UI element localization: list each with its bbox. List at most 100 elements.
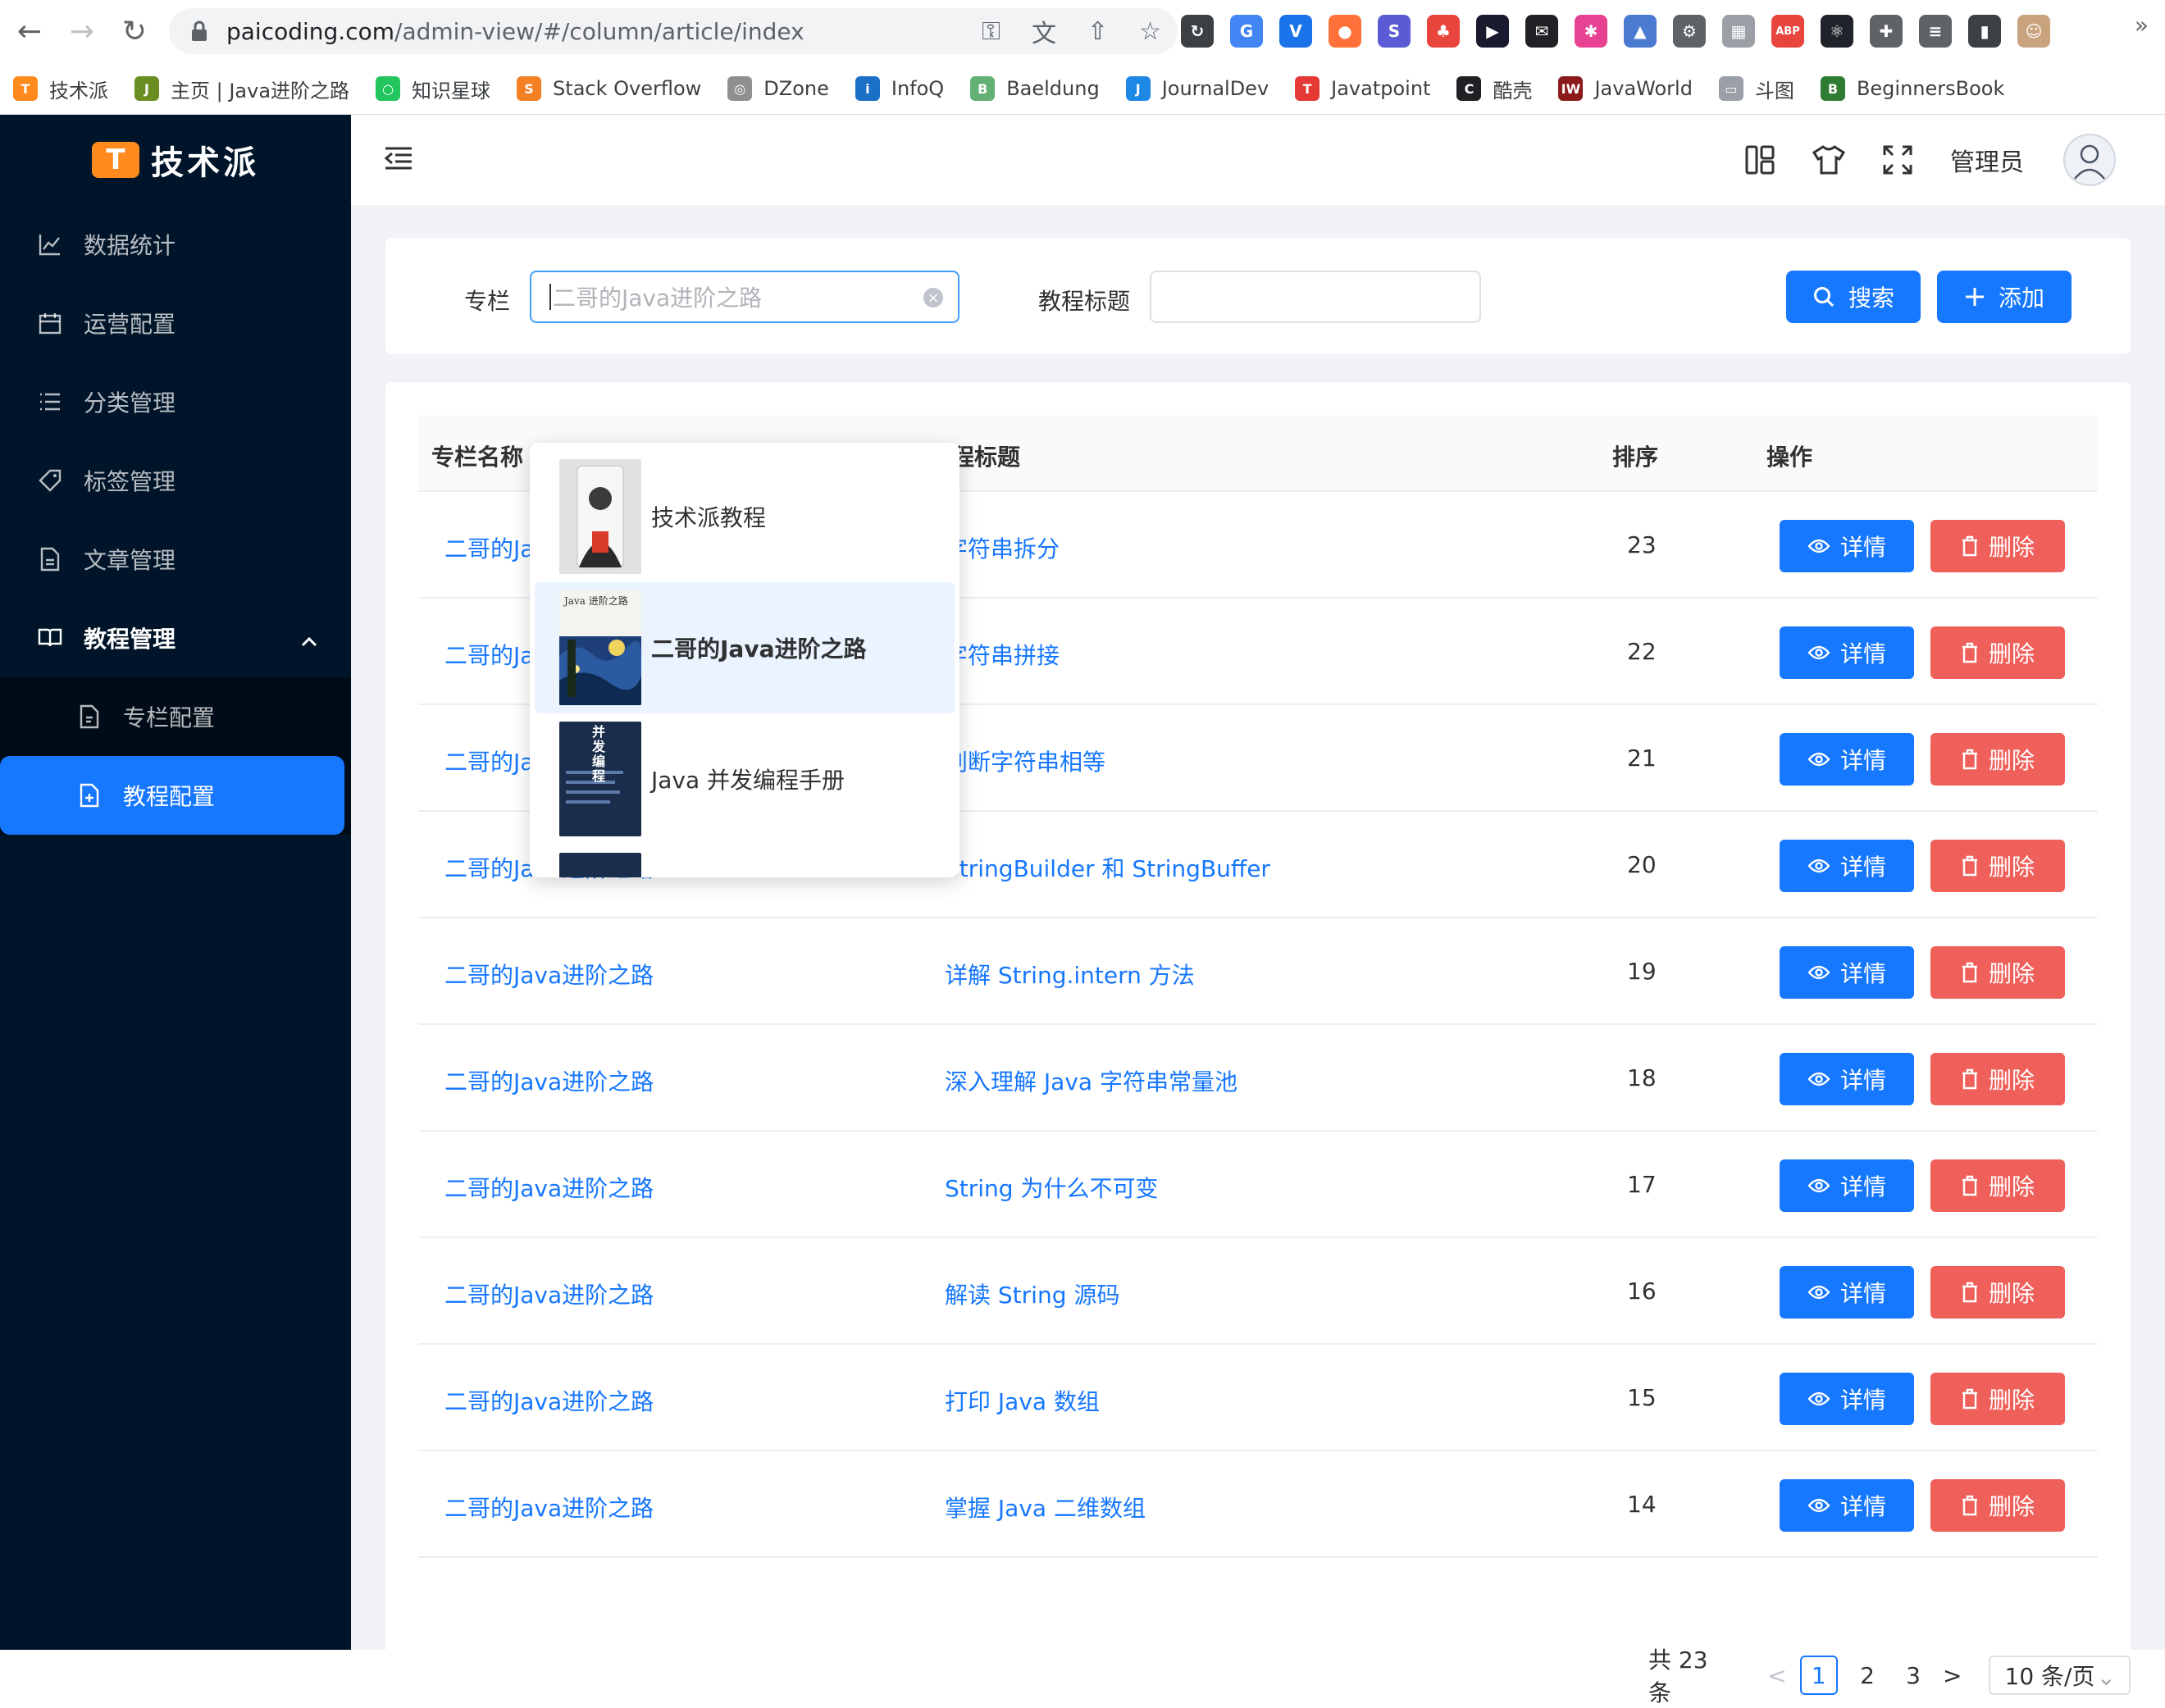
bookmark-item[interactable]: T Javatpoint <box>1295 76 1430 101</box>
adblock-icon[interactable]: ABP <box>1771 15 1804 48</box>
forward-button[interactable]: → <box>59 8 105 54</box>
back-button[interactable]: ← <box>7 8 52 54</box>
sync-icon[interactable]: ↻ <box>1181 15 1214 48</box>
menu-fold-icon[interactable] <box>384 146 413 174</box>
cell-column-name[interactable]: 二哥的Java进阶之路 <box>444 1491 654 1524</box>
clear-icon[interactable]: × <box>923 288 943 307</box>
view-button[interactable]: 详情 <box>1780 626 1914 679</box>
delete-button[interactable]: 删除 <box>1930 1266 2065 1319</box>
page-1[interactable]: 1 <box>1799 1656 1839 1695</box>
cell-tutorial-title[interactable]: String 为什么不可变 <box>945 1171 1158 1204</box>
bookmark-item[interactable]: B Baeldung <box>970 76 1100 101</box>
color-picker-icon[interactable]: ✱ <box>1575 15 1607 48</box>
menu-tutorials[interactable]: 教程管理 <box>0 599 351 677</box>
delete-button[interactable]: 删除 <box>1930 733 2065 786</box>
avatar[interactable] <box>2063 134 2116 186</box>
layout-icon[interactable] <box>1743 143 1776 176</box>
play-icon[interactable]: ▶ <box>1476 15 1509 48</box>
menu-data-stats[interactable]: 数据统计 <box>0 205 351 284</box>
cell-column-name[interactable]: 二哥的Java进阶之路 <box>444 958 654 991</box>
star-icon[interactable]: ☆ <box>1139 17 1161 46</box>
menu-operations[interactable]: 运营配置 <box>0 284 351 362</box>
share-icon[interactable]: ⇧ <box>1087 17 1108 46</box>
delete-button[interactable]: 删除 <box>1930 1479 2065 1532</box>
react-icon[interactable]: ⚛ <box>1821 15 1853 48</box>
next-page-icon[interactable]: > <box>1943 1662 1962 1689</box>
firefox-icon[interactable]: ● <box>1329 15 1361 48</box>
cell-tutorial-title[interactable]: 打印 Java 数组 <box>945 1384 1100 1417</box>
user-name[interactable]: 管理员 <box>1950 142 2024 178</box>
reload-button[interactable]: ↻ <box>112 8 157 54</box>
cell-tutorial-title[interactable]: 深入理解 Java 字符串常量池 <box>945 1064 1237 1097</box>
cell-column-name[interactable]: 二哥的Java进阶之路 <box>444 1171 654 1204</box>
cell-column-name[interactable]: 二哥的Java进阶之路 <box>444 1384 654 1417</box>
bookmark-item[interactable]: ○ 知识星球 <box>376 75 490 103</box>
menu-column-config[interactable]: 专栏配置 <box>0 677 351 756</box>
bookmark-item[interactable]: ▭ 斗图 <box>1718 75 1794 103</box>
bookmark-item[interactable]: i InfoQ <box>855 76 944 101</box>
dropdown-option[interactable]: 并发编程 Java 并发编程手册 <box>535 713 955 845</box>
delete-button[interactable]: 删除 <box>1930 946 2065 999</box>
cell-tutorial-title[interactable]: 字符串拆分 <box>945 531 1060 564</box>
title-input[interactable] <box>1150 271 1481 323</box>
view-button[interactable]: 详情 <box>1780 733 1914 786</box>
view-button[interactable]: 详情 <box>1780 1373 1914 1425</box>
menu-tutorial-config[interactable]: 教程配置 <box>0 756 344 835</box>
academic-icon[interactable]: ▲ <box>1624 15 1657 48</box>
profile-icon[interactable]: ☺ <box>2017 15 2050 48</box>
bookmark-item[interactable]: C 酷壳 <box>1456 75 1532 103</box>
cell-tutorial-title[interactable]: 详解 String.intern 方法 <box>945 958 1195 991</box>
cell-column-name[interactable]: 二哥的Java进阶之路 <box>444 1064 654 1097</box>
cell-tutorial-title[interactable]: 判断字符串相等 <box>945 745 1105 777</box>
openai-icon[interactable]: ⚙ <box>1673 15 1706 48</box>
puzzle-icon[interactable]: ✚ <box>1870 15 1903 48</box>
bookmark-item[interactable]: IW JavaWorld <box>1558 76 1693 101</box>
add-button[interactable]: 添加 <box>1937 271 2072 323</box>
delete-button[interactable]: 删除 <box>1930 520 2065 572</box>
playlist-icon[interactable]: ≡ <box>1919 15 1952 48</box>
bookmark-item[interactable]: T 技术派 <box>13 75 108 103</box>
page-2[interactable]: 2 <box>1851 1656 1884 1695</box>
logo[interactable]: T 技术派 <box>0 115 351 205</box>
bookmark-item[interactable]: J JournalDev <box>1125 76 1269 101</box>
prev-page-icon[interactable]: < <box>1767 1662 1786 1689</box>
cell-tutorial-title[interactable]: StringBuilder 和 StringBuffer <box>945 851 1270 884</box>
dropdown-option-selected[interactable]: Java 进阶之路 二哥的Java进阶之路 <box>535 582 955 713</box>
delete-button[interactable]: 删除 <box>1930 1159 2065 1212</box>
dropdown-option[interactable]: 技术派教程 <box>535 451 955 582</box>
bookmark-item[interactable]: J 主页 | Java进阶之路 <box>134 75 349 103</box>
tree-icon[interactable]: ♣ <box>1427 15 1460 48</box>
view-button[interactable]: 详情 <box>1780 1266 1914 1319</box>
delete-button[interactable]: 删除 <box>1930 840 2065 892</box>
chat-icon[interactable]: ✉ <box>1525 15 1558 48</box>
view-button[interactable]: 详情 <box>1780 946 1914 999</box>
column-select[interactable]: 二哥的Java进阶之路 × <box>530 271 959 323</box>
view-button[interactable]: 详情 <box>1780 1053 1914 1105</box>
window-icon[interactable]: ▦ <box>1722 15 1755 48</box>
bookmark-item[interactable]: ◎ DZone <box>727 76 829 101</box>
translate-icon[interactable]: 文 <box>1032 13 1056 49</box>
view-button[interactable]: 详情 <box>1780 1159 1914 1212</box>
delete-button[interactable]: 删除 <box>1930 1053 2065 1105</box>
sidepanel-icon[interactable]: ▮ <box>1968 15 2001 48</box>
view-button[interactable]: 详情 <box>1780 520 1914 572</box>
bookmarks-more-icon[interactable]: » <box>2135 11 2149 39</box>
search-button[interactable]: 搜索 <box>1786 271 1921 323</box>
menu-category[interactable]: 分类管理 <box>0 362 351 441</box>
menu-tags[interactable]: 标签管理 <box>0 441 351 520</box>
cell-tutorial-title[interactable]: 掌握 Java 二维数组 <box>945 1491 1146 1524</box>
dropdown-option-partial[interactable] <box>535 845 955 877</box>
fullscreen-icon[interactable] <box>1881 143 1914 176</box>
cell-tutorial-title[interactable]: 字符串拼接 <box>945 638 1060 671</box>
bookmark-item[interactable]: B BeginnersBook <box>1820 76 2004 101</box>
view-button[interactable]: 详情 <box>1780 1479 1914 1532</box>
vue-icon[interactable]: V <box>1279 15 1312 48</box>
bookmark-item[interactable]: S Stack Overflow <box>517 76 701 101</box>
delete-button[interactable]: 删除 <box>1930 626 2065 679</box>
key-icon[interactable]: ⚿ <box>982 17 1000 46</box>
cell-tutorial-title[interactable]: 解读 String 源码 <box>945 1278 1119 1310</box>
delete-button[interactable]: 删除 <box>1930 1373 2065 1425</box>
address-bar[interactable]: paicoding.com/admin-view/#/column/articl… <box>169 8 1178 54</box>
google-translate-icon[interactable]: G <box>1230 15 1263 48</box>
split-icon[interactable]: S <box>1378 15 1411 48</box>
